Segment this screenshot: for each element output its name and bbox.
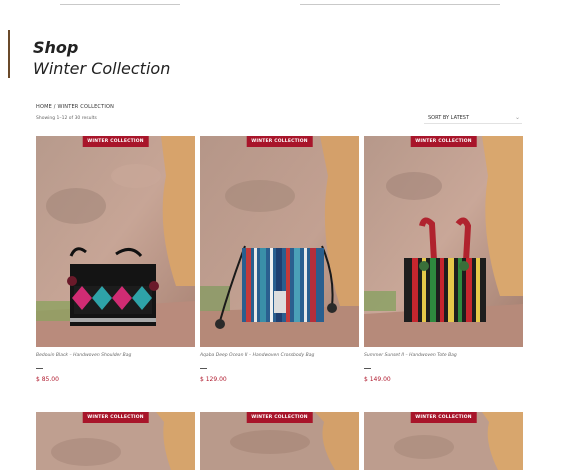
- divider: [300, 4, 500, 5]
- product-image[interactable]: WINTER COLLECTION: [36, 412, 195, 470]
- product-name[interactable]: Summer Sunset II – Handwoven Tote Bag: [364, 353, 457, 358]
- product-price: $ 129.00: [200, 376, 227, 383]
- cropped-top-strip: [0, 0, 582, 8]
- divider: [364, 368, 371, 369]
- header-accent-bar: [8, 30, 10, 78]
- product-price: $ 149.00: [364, 376, 391, 383]
- collection-badge: WINTER COLLECTION: [410, 412, 477, 423]
- collection-badge: WINTER COLLECTION: [82, 136, 149, 147]
- product-name[interactable]: Bedouin Black – Handwoven Shoulder Bag: [36, 353, 131, 358]
- divider: [36, 368, 43, 369]
- product-image[interactable]: WINTER COLLECTION: [364, 412, 523, 470]
- product-image[interactable]: WINTER COLLECTION: [200, 136, 359, 347]
- collection-badge: WINTER COLLECTION: [246, 412, 313, 423]
- breadcrumb-home-link[interactable]: HOME: [36, 104, 52, 110]
- chevron-down-icon: ⌄: [514, 114, 520, 121]
- collection-badge: WINTER COLLECTION: [82, 412, 149, 423]
- page-title: Shop: [33, 38, 79, 57]
- divider: [200, 368, 207, 369]
- breadcrumb-current: WINTER COLLECTION: [57, 104, 115, 110]
- divider: [60, 4, 180, 5]
- product-price: $ 85.00: [36, 376, 59, 383]
- collection-badge: WINTER COLLECTION: [246, 136, 313, 147]
- results-count: Showing 1–12 of 30 results: [36, 116, 97, 121]
- page-subtitle: Winter Collection: [33, 59, 171, 78]
- product-image[interactable]: WINTER COLLECTION: [36, 136, 195, 347]
- sort-dropdown[interactable]: SORT BY LATEST ⌄: [424, 113, 522, 124]
- collection-badge: WINTER COLLECTION: [410, 136, 477, 147]
- sort-selected-label: SORT BY LATEST: [428, 115, 470, 121]
- product-image[interactable]: WINTER COLLECTION: [200, 412, 359, 470]
- breadcrumb: HOME / WINTER COLLECTION: [36, 104, 114, 110]
- product-image[interactable]: WINTER COLLECTION: [364, 136, 523, 347]
- product-name[interactable]: Aqaba Deep Ocean II – Handwoven Crossbod…: [200, 353, 314, 358]
